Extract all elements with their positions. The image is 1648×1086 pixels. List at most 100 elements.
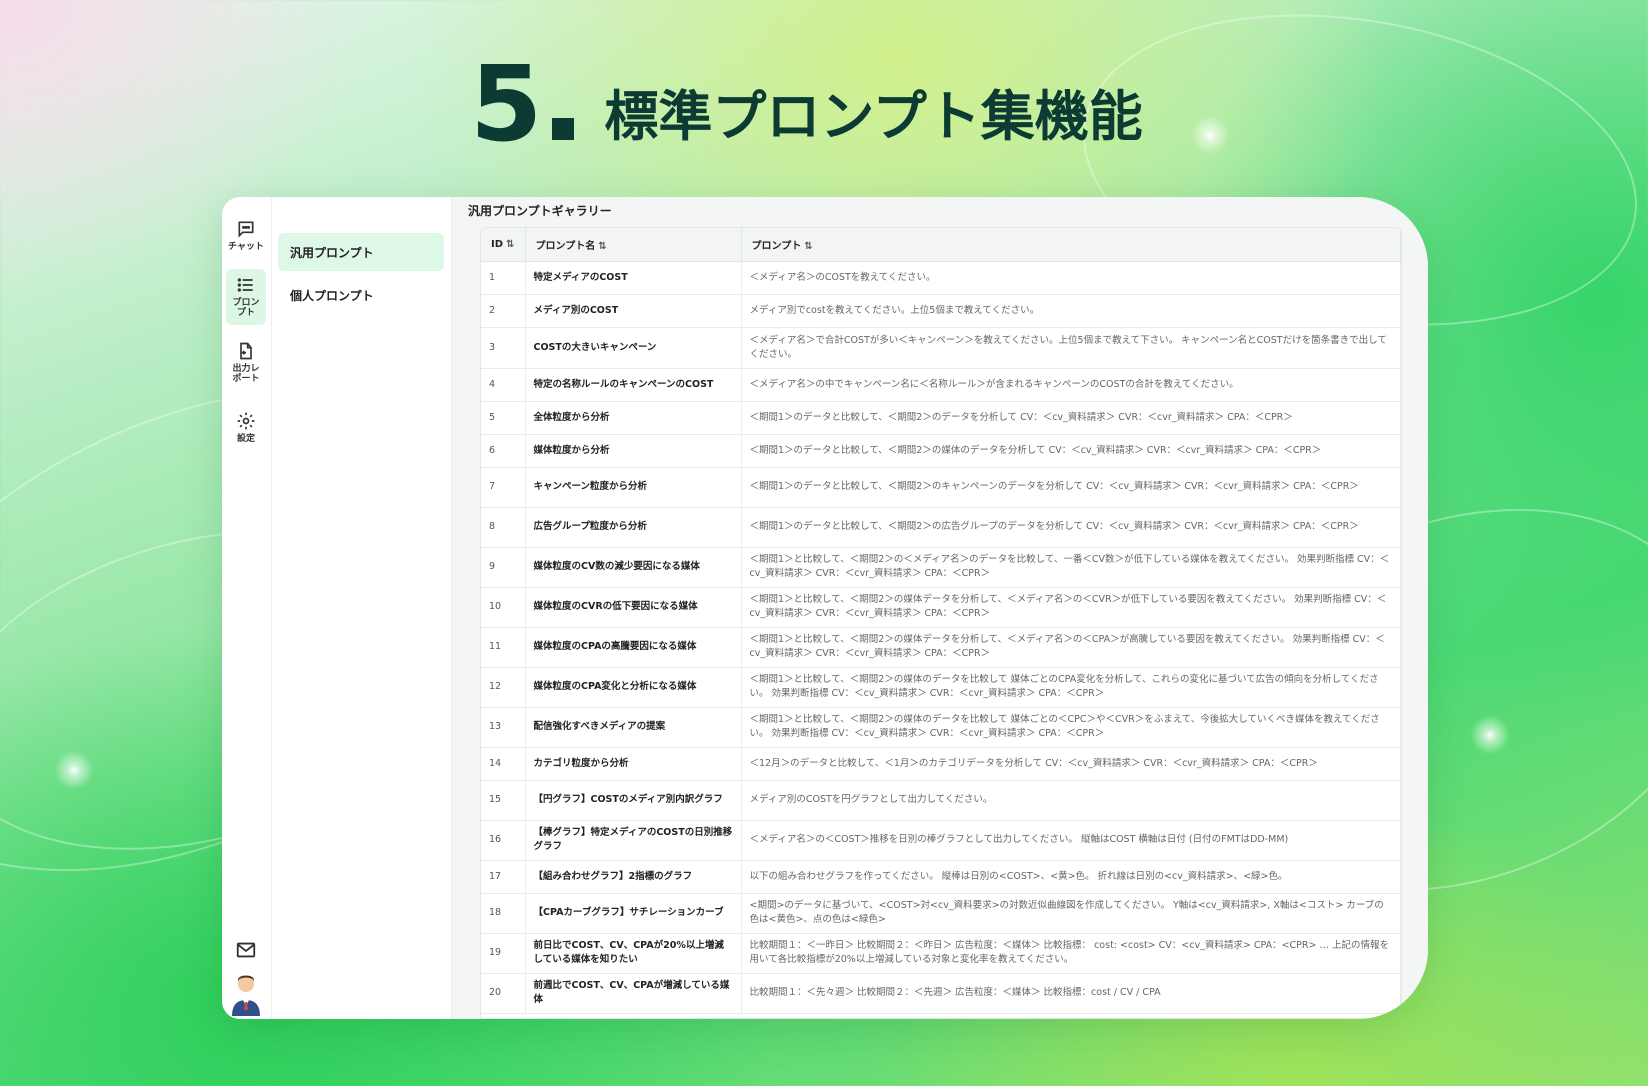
row-id: 14 — [481, 747, 526, 781]
list-icon — [237, 278, 253, 292]
row-prompt-name: 【組み合わせグラフ】2指標のグラフ — [525, 860, 742, 894]
column-header-label: プロンプト — [751, 240, 802, 252]
row-prompt-name: 媒体粒度から分析 — [525, 434, 742, 468]
row-prompt-name: カテゴリ粒度から分析 — [525, 747, 742, 781]
sparkle-decoration — [1470, 715, 1510, 755]
row-id: 8 — [481, 507, 526, 548]
row-id: 3 — [481, 327, 526, 369]
row-id: 15 — [481, 780, 526, 821]
table-row[interactable]: 4 特定の名称ルールのキャンペーンのCOST ＜メディア名＞の中でキャンペーン名に＜… — [481, 368, 1401, 402]
row-id: 10 — [481, 587, 526, 628]
row-id: 17 — [481, 860, 526, 894]
prompt-table: ID ⇅ プロンプト名 ⇅ プロンプト ⇅ 1 特定メディアのCOST ＜メディア名＞のC… — [481, 228, 1401, 1014]
row-prompt-text: ＜期間1＞と比較して、＜期間2＞の媒体データを分析して、＜メディア名＞の＜CPA… — [741, 627, 1401, 668]
table-row[interactable]: 16 【棒グラフ】特定メディアのCOSTの日別推移グラフ ＜メディア名＞の＜COST… — [481, 820, 1401, 861]
rail-item-label: 設定 — [236, 434, 255, 444]
row-prompt-name: キャンペーン粒度から分析 — [525, 467, 742, 508]
sort-icon: ⇅ — [804, 240, 813, 252]
column-header-prompt[interactable]: プロンプト ⇅ — [741, 228, 1401, 262]
table-row[interactable]: 15 【円グラフ】COSTのメディア別内訳グラフ メディア別のCOSTを円グラフとし… — [481, 780, 1401, 821]
main-content: 汎用プロンプトギャラリー ID ⇅ プロンプト名 ⇅ プロンプト ⇅ 1 特定メディアの… — [452, 197, 1428, 1019]
subnav-item-general[interactable]: 汎用プロンプト — [278, 233, 444, 271]
row-prompt-text: ＜メディア名＞で合計COSTが多い＜キャンペーン＞を教えてください。上位5個まで… — [741, 327, 1401, 369]
row-prompt-name: 全体粒度から分析 — [525, 401, 742, 435]
mail-icon[interactable] — [235, 939, 257, 961]
app-window: チャット プロンプト 出力レポート 設定 汎用プロンプト 個人プロンプト 汎用プ… — [222, 197, 1428, 1019]
row-id: 9 — [481, 547, 526, 588]
row-prompt-text: ＜メディア名＞のCOSTを教えてください。 — [741, 261, 1401, 295]
sparkle-decoration — [1190, 115, 1230, 155]
row-prompt-text: ＜期間1＞のデータと比較して、＜期間2＞のデータを分析して CV：＜cv_資料請… — [741, 401, 1401, 435]
sort-icon: ⇅ — [506, 238, 515, 250]
column-header-name[interactable]: プロンプト名 ⇅ — [525, 228, 742, 262]
table-row[interactable]: 20 前週比でCOST、CV、CPAが増減している媒体 比較期間１：＜先々週＞ 比較… — [481, 973, 1401, 1014]
column-header-label: ID — [491, 238, 504, 250]
row-prompt-name: 前日比でCOST、CV、CPAが20%以上増減している媒体を知りたい — [525, 933, 742, 974]
rail-item-settings[interactable]: 設定 — [226, 405, 266, 450]
row-prompt-text: <期間>のデータに基づいて、<COST>対<cv_資料要求>の対数近似曲線図を作… — [741, 893, 1401, 934]
column-header-id[interactable]: ID ⇅ — [481, 228, 526, 262]
row-id: 18 — [481, 893, 526, 934]
rail-item-chat[interactable]: チャット — [226, 213, 266, 258]
table-row[interactable]: 1 特定メディアのCOST ＜メディア名＞のCOSTを教えてください。 — [481, 261, 1401, 295]
row-id: 20 — [481, 973, 526, 1014]
table-row[interactable]: 14 カテゴリ粒度から分析 ＜12月＞のデータと比較して、＜1月＞のカテゴリデータを… — [481, 747, 1401, 781]
row-prompt-name: 媒体粒度のCPA変化と分析になる媒体 — [525, 667, 742, 708]
icon-rail: チャット プロンプト 出力レポート 設定 — [222, 197, 272, 1019]
row-id: 5 — [481, 401, 526, 435]
table-row[interactable]: 5 全体粒度から分析 ＜期間1＞のデータと比較して、＜期間2＞のデータを分析して C… — [481, 401, 1401, 435]
rail-item-label: チャット — [228, 242, 264, 252]
row-prompt-text: ＜期間1＞と比較して、＜期間2＞の媒体のデータを比較して 媒体ごとのCPA変化を… — [741, 667, 1401, 708]
table-row[interactable]: 2 メディア別のCOST メディア別でcostを教えてください。上位5個まで教えてく… — [481, 294, 1401, 328]
gear-icon — [237, 412, 255, 430]
page-title: 汎用プロンプトギャラリー — [468, 204, 612, 218]
rail-item-report[interactable]: 出力レポート — [226, 335, 266, 391]
row-prompt-text: ＜期間1＞のデータと比較して、＜期間2＞の広告グループのデータを分析して CV：… — [741, 507, 1401, 548]
table-row[interactable]: 11 媒体粒度のCPAの高騰要因になる媒体 ＜期間1＞と比較して、＜期間2＞の媒体デ… — [481, 627, 1401, 668]
row-id: 19 — [481, 933, 526, 974]
table-row[interactable]: 9 媒体粒度のCV数の減少要因になる媒体 ＜期間1＞と比較して、＜期間2＞の＜メディ… — [481, 547, 1401, 588]
table-row[interactable]: 17 【組み合わせグラフ】2指標のグラフ 以下の組み合わせグラフを作ってください。 … — [481, 860, 1401, 894]
row-id: 4 — [481, 368, 526, 402]
table-row[interactable]: 3 COSTの大きいキャンペーン ＜メディア名＞で合計COSTが多い＜キャンペーン＞… — [481, 327, 1401, 369]
subnav-item-personal[interactable]: 個人プロンプト — [278, 276, 444, 314]
row-id: 13 — [481, 707, 526, 748]
prompt-subnav: 汎用プロンプト 個人プロンプト — [272, 197, 452, 1019]
row-prompt-text: 比較期間１：＜先々週＞ 比較期間２：＜先週＞ 広告粒度：＜媒体＞ 比較指標：co… — [741, 973, 1401, 1014]
sort-icon: ⇅ — [598, 240, 607, 252]
table-row[interactable]: 8 広告グループ粒度から分析 ＜期間1＞のデータと比較して、＜期間2＞の広告グループ… — [481, 507, 1401, 548]
prompt-table-container[interactable]: ID ⇅ プロンプト名 ⇅ プロンプト ⇅ 1 特定メディアのCOST ＜メディア名＞のC… — [480, 227, 1402, 1019]
row-prompt-name: 媒体粒度のCV数の減少要因になる媒体 — [525, 547, 742, 588]
table-row[interactable]: 18 【CPAカーブグラフ】サチレーションカーブ <期間>のデータに基づいて、<CO… — [481, 893, 1401, 934]
table-row[interactable]: 19 前日比でCOST、CV、CPAが20%以上増減している媒体を知りたい 比較期間… — [481, 933, 1401, 974]
row-id: 1 — [481, 261, 526, 295]
row-prompt-text: ＜期間1＞のデータと比較して、＜期間2＞の媒体のデータを分析して CV：＜cv_… — [741, 434, 1401, 468]
table-row[interactable]: 13 配信強化すべきメディアの提案 ＜期間1＞と比較して、＜期間2＞の媒体のデータを… — [481, 707, 1401, 748]
row-prompt-name: 特定メディアのCOST — [525, 261, 742, 295]
table-row[interactable]: 10 媒体粒度のCVRの低下要因になる媒体 ＜期間1＞と比較して、＜期間2＞の媒体デ… — [481, 587, 1401, 628]
rail-item-label: 出力レポート — [232, 364, 260, 385]
avatar[interactable] — [230, 972, 262, 1016]
row-id: 2 — [481, 294, 526, 328]
table-row[interactable]: 12 媒体粒度のCPA変化と分析になる媒体 ＜期間1＞と比較して、＜期間2＞の媒体の… — [481, 667, 1401, 708]
row-prompt-name: 【CPAカーブグラフ】サチレーションカーブ — [525, 893, 742, 934]
table-row[interactable]: 7 キャンペーン粒度から分析 ＜期間1＞のデータと比較して、＜期間2＞のキャンペーン… — [481, 467, 1401, 508]
row-prompt-text: ＜期間1＞と比較して、＜期間2＞の媒体のデータを比較して 媒体ごとの＜CPC＞や… — [741, 707, 1401, 748]
row-prompt-name: 前週比でCOST、CV、CPAが増減している媒体 — [525, 973, 742, 1014]
sparkle-decoration — [54, 750, 94, 790]
row-id: 12 — [481, 667, 526, 708]
row-prompt-name: 媒体粒度のCPAの高騰要因になる媒体 — [525, 627, 742, 668]
section-title: 標準プロンプト集機能 — [604, 85, 1143, 148]
chat-icon — [238, 221, 254, 238]
rail-item-label: プロンプト — [232, 298, 260, 319]
row-id: 11 — [481, 627, 526, 668]
table-row[interactable]: 6 媒体粒度から分析 ＜期間1＞のデータと比較して、＜期間2＞の媒体のデータを分析し… — [481, 434, 1401, 468]
row-prompt-text: 以下の組み合わせグラフを作ってください。 縦棒は日別の<COST>、<黄>色。 … — [741, 860, 1401, 894]
rail-item-prompt[interactable]: プロンプト — [226, 269, 266, 325]
row-prompt-text: ＜メディア名＞の＜COST＞推移を日別の棒グラフとして出力してください。 縦軸は… — [741, 820, 1401, 861]
row-prompt-text: メディア別のCOSTを円グラフとして出力してください。 — [741, 780, 1401, 821]
headline: 5 標準プロンプト集機能 — [470, 52, 1143, 156]
section-number: 5 — [470, 52, 575, 156]
column-header-label: プロンプト名 — [535, 240, 596, 252]
row-id: 7 — [481, 467, 526, 508]
